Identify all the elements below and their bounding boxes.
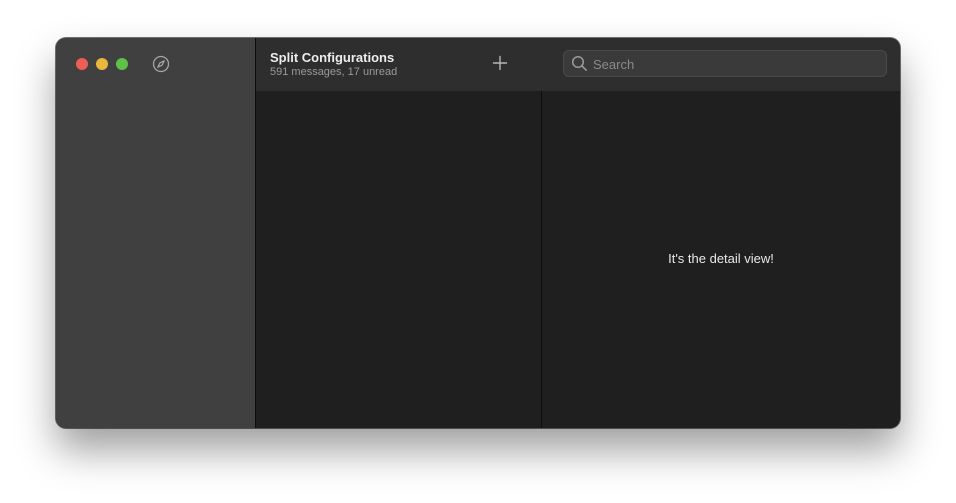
search-field[interactable] — [563, 50, 887, 77]
plus-icon[interactable] — [490, 53, 510, 73]
sidebar — [56, 38, 256, 428]
window-subtitle: 591 messages, 17 unread — [270, 66, 398, 78]
detail-view-text: It's the detail view! — [668, 251, 774, 266]
compass-icon[interactable] — [152, 55, 170, 73]
window-title: Split Configurations — [270, 50, 395, 65]
app-window: Split Configurations 591 messages, 17 un… — [56, 38, 900, 428]
search-input[interactable] — [593, 54, 878, 74]
zoom-window-button[interactable] — [116, 58, 128, 70]
minimize-window-button[interactable] — [96, 58, 108, 70]
message-list-pane[interactable] — [256, 91, 542, 428]
toolbar: Split Configurations 591 messages, 17 un… — [256, 38, 900, 92]
close-window-button[interactable] — [76, 58, 88, 70]
detail-pane: It's the detail view! — [542, 91, 900, 428]
search-icon — [571, 55, 587, 71]
